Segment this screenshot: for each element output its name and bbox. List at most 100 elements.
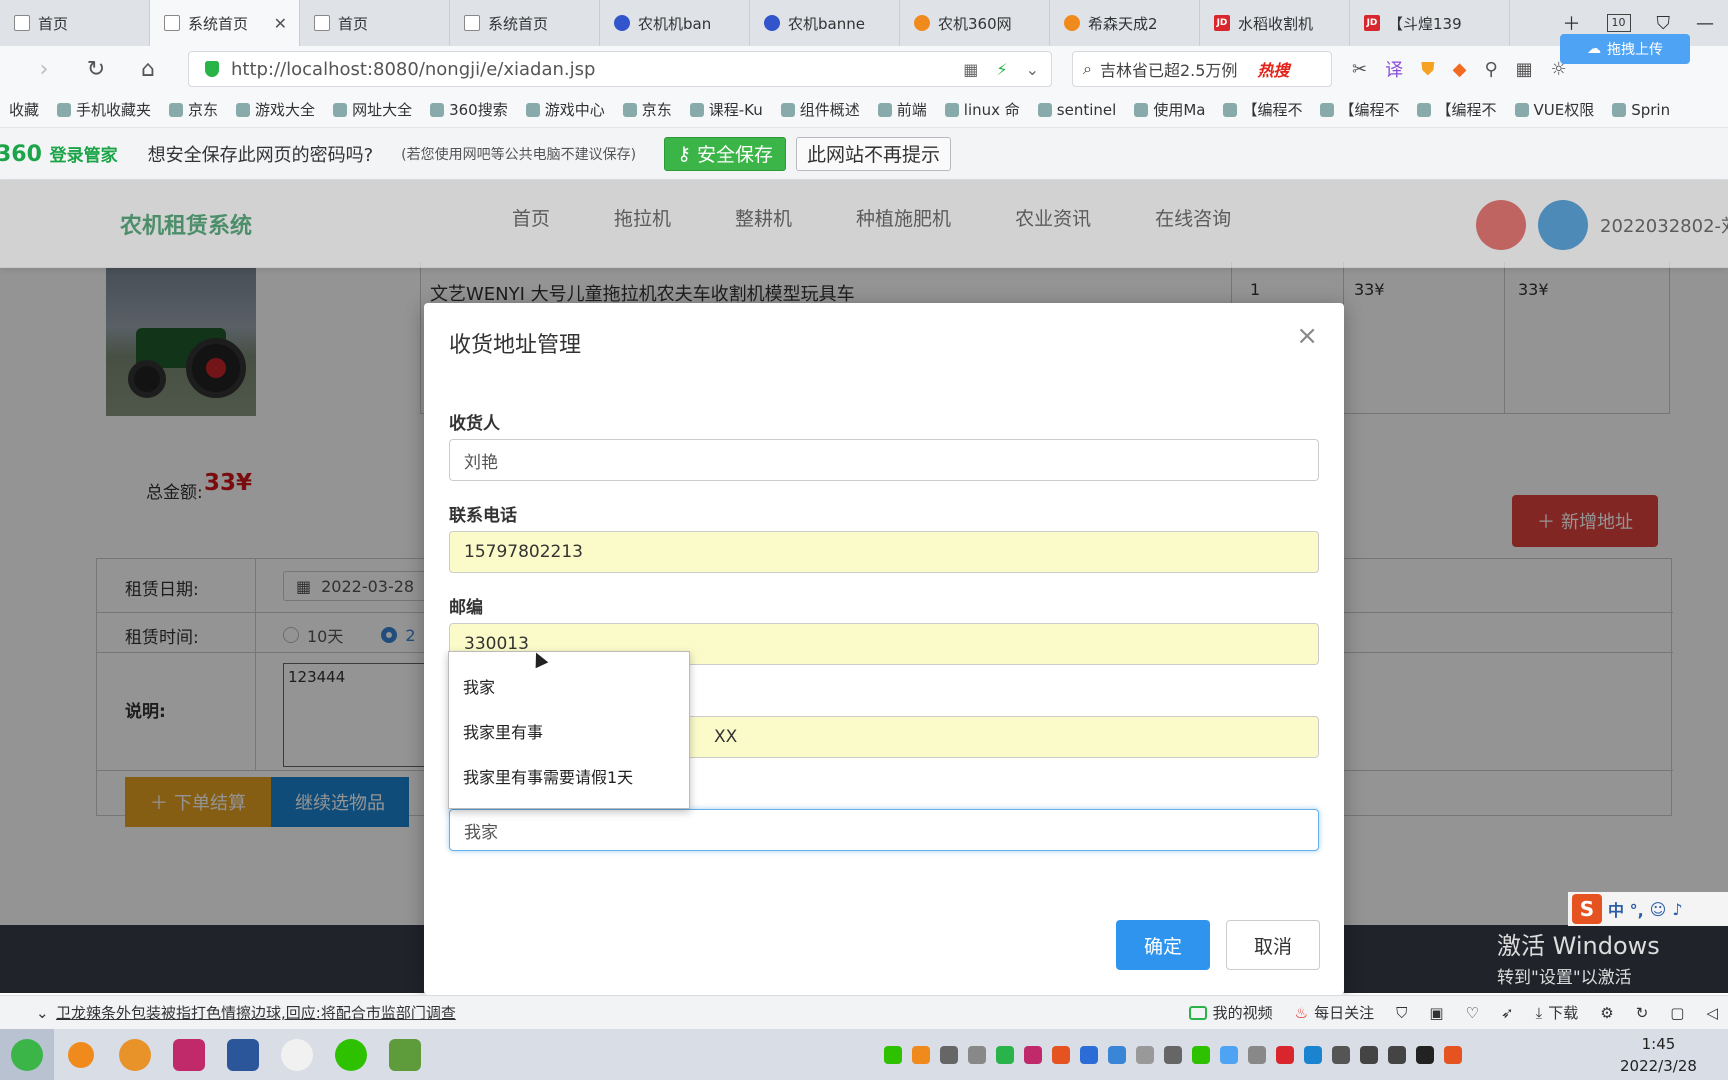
taskbar-app-editor[interactable]: [378, 1029, 432, 1080]
taskbar-app-intellij[interactable]: [162, 1029, 216, 1080]
minimize-icon[interactable]: —: [1696, 13, 1714, 34]
tray-icon[interactable]: [1108, 1045, 1126, 1064]
tray-icon[interactable]: [1192, 1045, 1210, 1064]
taskbar-app-word[interactable]: [216, 1029, 270, 1080]
tray-icon[interactable]: [1360, 1045, 1378, 1064]
browser-tab[interactable]: 首页: [0, 0, 150, 46]
search-tool-icon[interactable]: ⚲: [1484, 59, 1497, 80]
site-nav-item[interactable]: 农业资讯: [1015, 204, 1091, 231]
new-tab-icon[interactable]: ＋: [1563, 10, 1581, 36]
rocket-icon[interactable]: ➶: [1501, 1004, 1514, 1022]
bookmark-item[interactable]: 手机收藏夹: [48, 99, 160, 120]
site-search-icon[interactable]: [1538, 200, 1588, 250]
bookmark-item[interactable]: 【编程不: [1408, 99, 1505, 120]
autocomplete-item[interactable]: 我家里有事: [463, 719, 543, 743]
browser-tab[interactable]: JD 水稻收割机: [1200, 0, 1350, 46]
tray-icon[interactable]: [968, 1045, 986, 1064]
tray-icon[interactable]: [1248, 1045, 1266, 1064]
refresh-icon[interactable]: ↻: [1636, 1004, 1649, 1022]
my-video-link[interactable]: 我的视频: [1188, 1002, 1273, 1023]
bookmark-item[interactable]: 收藏: [0, 99, 48, 120]
settings-icon[interactable]: ⚙: [1600, 1004, 1613, 1022]
qr-icon[interactable]: ▦: [963, 60, 978, 79]
bookmark-item[interactable]: 游戏中心: [517, 99, 614, 120]
taskbar-app-search[interactable]: [54, 1029, 108, 1080]
fox-icon[interactable]: ◆: [1453, 59, 1467, 80]
reload-icon[interactable]: ↻: [70, 57, 122, 82]
tray-icon[interactable]: [1416, 1045, 1434, 1064]
tray-icon[interactable]: [1080, 1045, 1098, 1064]
tray-icon[interactable]: [1388, 1045, 1406, 1064]
site-nav-item[interactable]: 种植施肥机: [856, 204, 951, 231]
browser-tab[interactable]: 希森天成2: [1050, 0, 1200, 46]
cancel-button[interactable]: 取消: [1226, 920, 1320, 970]
bookmark-item[interactable]: 游戏大全: [227, 99, 324, 120]
tray-icon[interactable]: [884, 1045, 902, 1064]
user-name[interactable]: 2022032802-刘那: [1600, 212, 1728, 238]
tray-icon[interactable]: [1136, 1045, 1154, 1064]
site-nav-item[interactable]: 在线咨询: [1155, 204, 1231, 231]
tray-icon[interactable]: [940, 1045, 958, 1064]
taskbar-app-chat[interactable]: [270, 1029, 324, 1080]
close-icon[interactable]: ×: [1296, 321, 1318, 351]
taskbar-app-360-browser[interactable]: [0, 1029, 54, 1080]
autocomplete-item[interactable]: 我家: [463, 674, 495, 698]
browser-tab[interactable]: 首页: [300, 0, 450, 46]
browser-tab[interactable]: JD 【斗煌139: [1350, 0, 1510, 46]
autocomplete-item[interactable]: 我家里有事需要请假1天: [463, 764, 633, 788]
tray-icon[interactable]: [1444, 1045, 1462, 1064]
receiver-input[interactable]: 刘艳: [449, 439, 1319, 481]
url-input[interactable]: http://localhost:8080/nongji/e/xiadan.js…: [188, 51, 1052, 87]
scissors-icon[interactable]: ✂: [1352, 59, 1367, 80]
cart-icon[interactable]: [1476, 200, 1526, 250]
tray-icon[interactable]: [1276, 1045, 1294, 1064]
chevron-down-icon[interactable]: ⌄: [36, 1004, 49, 1022]
system-clock[interactable]: 1:45 2022/3/28: [1620, 1033, 1697, 1077]
bookmark-item[interactable]: 京东: [614, 99, 681, 120]
secure-save-button[interactable]: ⚷ 安全保存: [664, 136, 787, 171]
taskbar-app-browser[interactable]: [108, 1029, 162, 1080]
drag-upload-button[interactable]: ☁ 拖拽上传: [1560, 34, 1690, 64]
tray-icon[interactable]: [1052, 1045, 1070, 1064]
tray-icon[interactable]: [996, 1045, 1014, 1064]
bookmark-item[interactable]: 360搜索: [421, 99, 517, 120]
ime-toolbar[interactable]: S 中 °, ☺ ♪: [1568, 892, 1728, 926]
image-icon[interactable]: ▣: [1429, 1004, 1443, 1022]
bookmark-item[interactable]: 京东: [160, 99, 227, 120]
no-prompt-button[interactable]: 此网站不再提示: [796, 136, 952, 171]
browser-tab[interactable]: 农机机ban: [600, 0, 750, 46]
tray-icon[interactable]: [912, 1045, 930, 1064]
tray-icon[interactable]: [1164, 1045, 1182, 1064]
bookmark-item[interactable]: VUE权限: [1506, 99, 1604, 120]
window-icon[interactable]: ▢: [1670, 1004, 1684, 1022]
download-link[interactable]: ⤓ 下载: [1536, 1002, 1579, 1023]
confirm-button[interactable]: 确定: [1116, 920, 1210, 970]
bookmark-item[interactable]: linux 命: [936, 99, 1029, 120]
bookmark-item[interactable]: 使用Ma: [1125, 99, 1214, 120]
volume-icon[interactable]: ◁: [1706, 1004, 1718, 1022]
site-nav-item[interactable]: 拖拉机: [614, 204, 671, 231]
bookmark-item[interactable]: 【编程不: [1214, 99, 1311, 120]
bookmark-item[interactable]: Sprin: [1603, 101, 1679, 119]
shield-badge-icon[interactable]: ⛊: [1421, 59, 1435, 80]
news-ticker[interactable]: 卫龙辣条外包装被指打色情擦边球,回应:将配合市监部门调查: [56, 1002, 456, 1023]
chevron-down-icon[interactable]: ⌄: [1026, 60, 1039, 79]
tray-icon[interactable]: [1304, 1045, 1322, 1064]
site-nav-item[interactable]: 整耕机: [735, 204, 792, 231]
bookmark-item[interactable]: 前端: [869, 99, 936, 120]
tray-icon[interactable]: [1220, 1045, 1238, 1064]
bookmark-item[interactable]: 组件概述: [772, 99, 869, 120]
browser-tab-active[interactable]: 系统首页 ✕: [150, 0, 300, 46]
shirt-icon[interactable]: ⛉: [1657, 13, 1671, 34]
shield-status-icon[interactable]: ⛉: [1396, 1004, 1407, 1022]
site-nav-item[interactable]: 首页: [512, 204, 550, 231]
tab-count-badge[interactable]: 10: [1606, 14, 1631, 32]
mic-icon[interactable]: ♪: [1672, 900, 1682, 919]
bookmark-item[interactable]: 【编程不: [1311, 99, 1408, 120]
home-icon[interactable]: ⌂: [122, 57, 174, 82]
translate-icon[interactable]: 译: [1385, 56, 1403, 82]
bolt-icon[interactable]: ⚡: [996, 60, 1007, 79]
forward-icon[interactable]: ›: [18, 57, 70, 82]
grid-icon[interactable]: ▦: [1516, 59, 1533, 80]
site-logo[interactable]: 农机租赁系统: [120, 208, 252, 240]
